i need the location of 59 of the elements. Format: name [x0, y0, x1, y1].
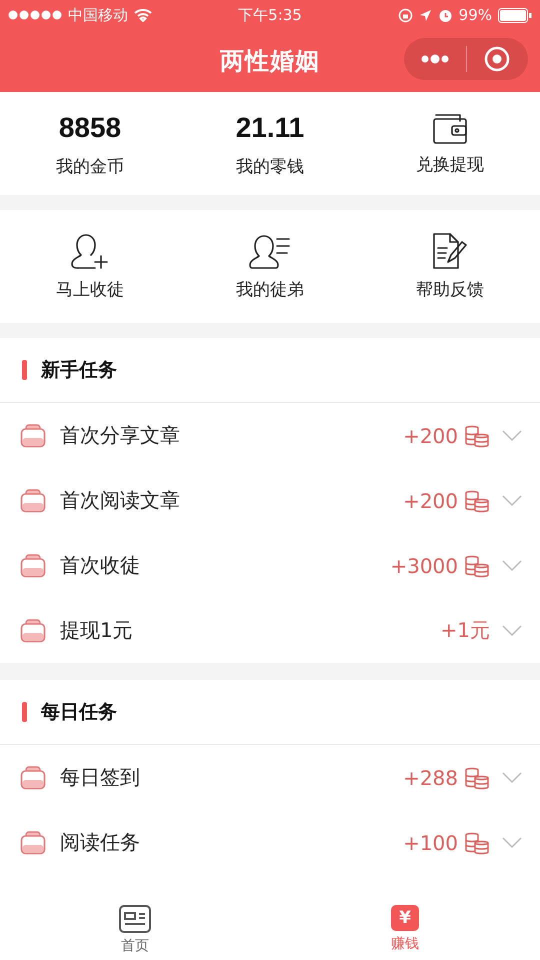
task-reward: +288 — [403, 766, 458, 790]
task-reward: +200 — [403, 488, 458, 512]
location-icon — [418, 8, 432, 22]
task-box-icon — [20, 830, 46, 854]
task-reward: +3000 — [390, 554, 458, 578]
wifi-icon — [134, 8, 152, 22]
coins-icon — [464, 830, 490, 854]
section-accent-bar — [22, 702, 27, 722]
action-button[interactable]: 我的徒弟 — [236, 232, 304, 301]
money-icon: ¥ — [391, 905, 419, 931]
coins-icon — [464, 554, 490, 578]
task-box-icon — [20, 766, 46, 790]
action-button[interactable]: 马上收徒 — [56, 232, 124, 301]
tab-item[interactable]: 首页 — [0, 905, 270, 955]
action-button[interactable]: 帮助反馈 — [416, 232, 484, 301]
chevron-down-icon[interactable] — [502, 624, 522, 636]
stat-value: 21.11 — [236, 111, 304, 145]
coins-icon — [464, 488, 490, 512]
task-reward: +200 — [403, 424, 458, 448]
task-box-icon — [20, 554, 46, 578]
status-time: 下午5:35 — [238, 6, 302, 24]
user-list-icon — [248, 232, 292, 270]
close-icon — [484, 46, 510, 72]
task-box-icon — [20, 488, 46, 512]
task-title: 首次收徒 — [60, 552, 141, 579]
stat-label: 我的零钱 — [236, 156, 304, 178]
task-box-icon — [20, 424, 46, 448]
chevron-down-icon[interactable] — [502, 836, 522, 848]
task-box-icon — [20, 618, 46, 642]
rotation-lock-icon — [398, 8, 413, 22]
stat-label: 我的金币 — [56, 156, 124, 178]
wallet-icon — [432, 111, 468, 145]
document-edit-icon — [430, 232, 470, 270]
stat-value: 8858 — [58, 111, 122, 145]
task-reward: +1元 — [440, 617, 490, 644]
section-title: 新手任务 — [41, 358, 117, 383]
task-title: 提现1元 — [60, 617, 134, 644]
news-icon — [119, 905, 151, 933]
alarm-icon — [438, 8, 453, 22]
stat-label[interactable]: 兑换提现 — [416, 153, 484, 176]
carrier-name: 中国移动 — [68, 6, 128, 24]
signal-icon — [8, 10, 62, 20]
task-title: 首次阅读文章 — [60, 487, 181, 514]
task-reward: +100 — [403, 830, 458, 854]
chevron-down-icon[interactable] — [502, 772, 522, 784]
task-title: 每日签到 — [60, 764, 141, 791]
page-title: 两性婚姻 — [220, 46, 320, 77]
task-title: 阅读任务 — [60, 829, 141, 856]
battery-icon — [498, 8, 532, 22]
more-icon — [420, 54, 450, 64]
battery-percent: 99% — [458, 6, 492, 24]
chevron-down-icon[interactable] — [502, 430, 522, 442]
chevron-down-icon[interactable] — [502, 494, 522, 506]
section-title: 每日任务 — [41, 700, 117, 725]
coins-icon — [464, 766, 490, 790]
section-accent-bar — [22, 360, 27, 380]
task-title: 首次分享文章 — [60, 422, 181, 449]
chevron-down-icon[interactable] — [502, 560, 522, 572]
coins-icon — [464, 424, 490, 448]
